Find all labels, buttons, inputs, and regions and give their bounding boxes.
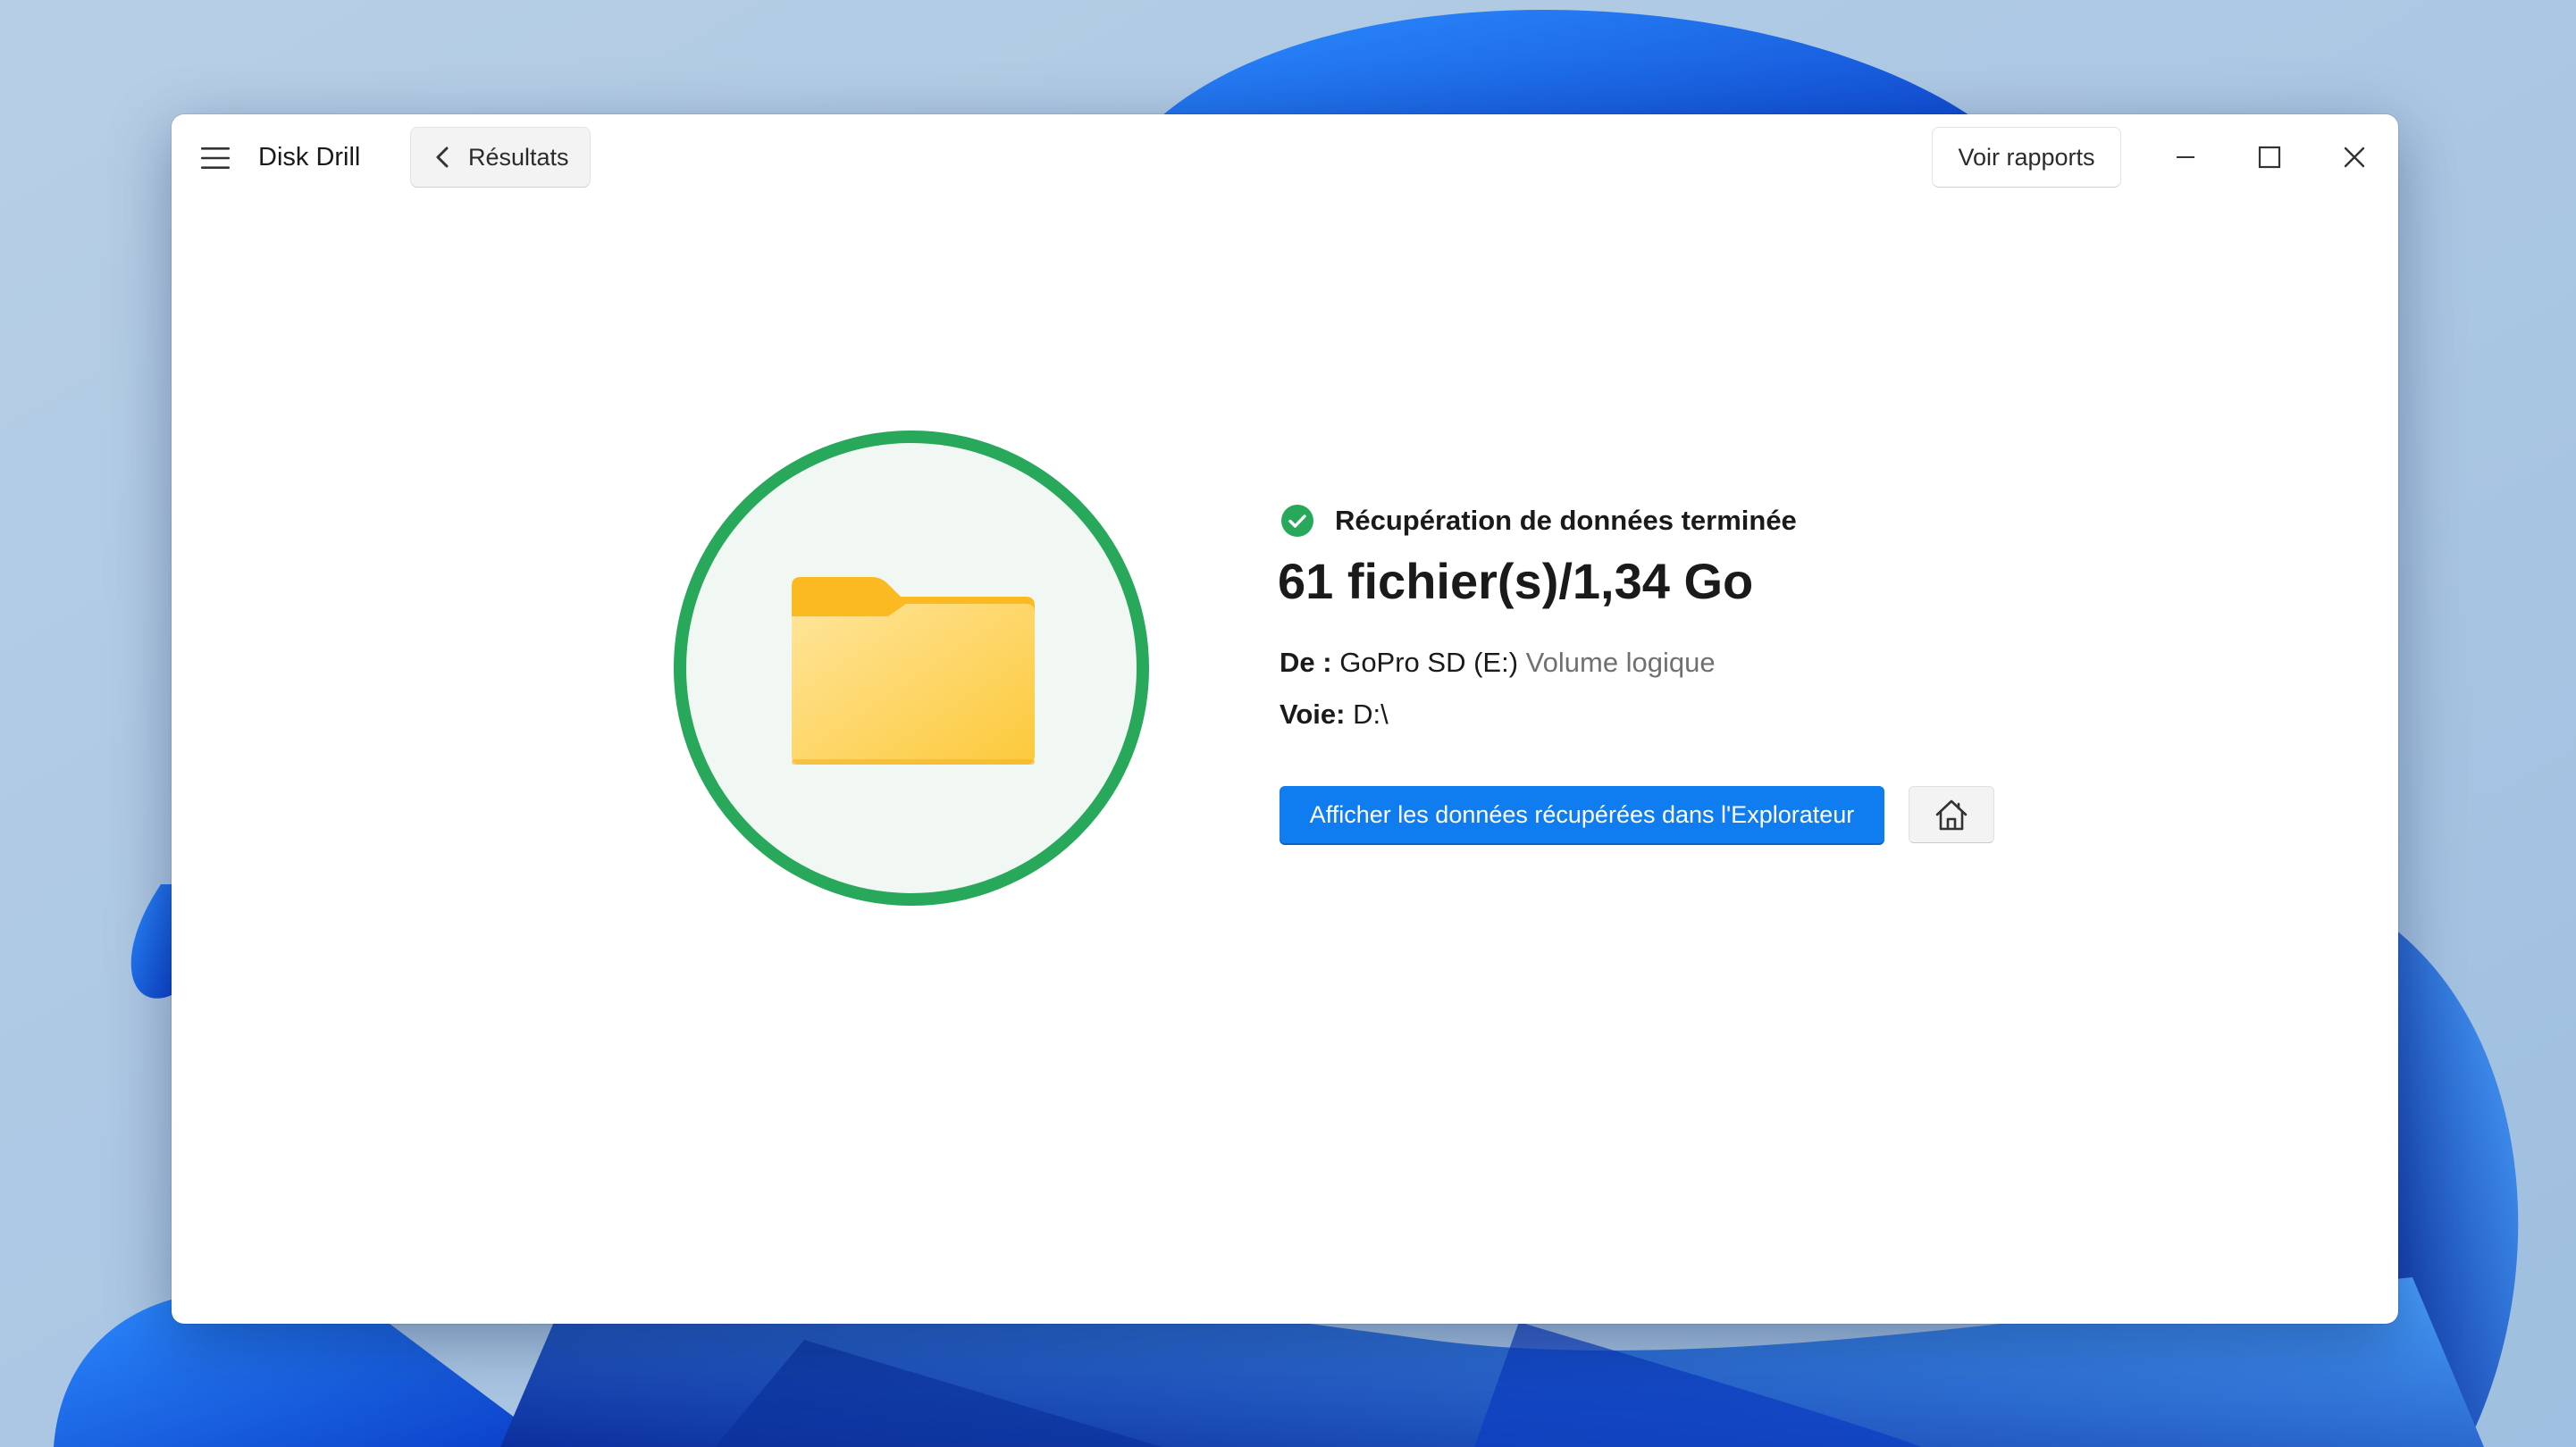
app-title: Disk Drill	[258, 143, 361, 171]
recovered-summary: 61 fichier(s)/1,34 Go	[1278, 553, 1754, 609]
hamburger-menu-icon[interactable]	[198, 141, 232, 175]
recovery-status: Récupération de données terminée	[1335, 505, 1797, 536]
path-row: Voie: D:\	[1280, 695, 1389, 734]
maximize-icon[interactable]	[2243, 132, 2296, 182]
back-button-label: Résultats	[468, 143, 569, 171]
minimize-icon[interactable]	[2159, 132, 2212, 182]
show-in-explorer-button[interactable]: Afficher les données récupérées dans l'E…	[1280, 786, 1884, 843]
title-bar: Disk Drill Résultats Voir rapports	[172, 114, 2398, 200]
source-type: Volume logique	[1525, 647, 1716, 678]
path-label: Voie:	[1280, 698, 1346, 730]
folder-icon	[792, 577, 1035, 765]
status-row: Récupération de données terminée	[1280, 500, 1797, 541]
path-value: D:\	[1353, 698, 1389, 730]
source-label: De :	[1280, 647, 1332, 678]
home-icon	[1935, 799, 1968, 831]
view-reports-button[interactable]: Voir rapports	[1932, 127, 2121, 188]
close-icon[interactable]	[2328, 132, 2381, 182]
disk-drill-window: Disk Drill Résultats Voir rapports Récup…	[172, 114, 2398, 1324]
chevron-left-icon	[432, 146, 452, 168]
source-device: GoPro SD (E:)	[1339, 647, 1519, 678]
home-button[interactable]	[1909, 786, 1994, 843]
source-row: De : GoPro SD (E:) Volume logique	[1280, 643, 1716, 682]
check-circle-icon	[1280, 503, 1315, 539]
back-to-results-button[interactable]: Résultats	[410, 127, 591, 188]
